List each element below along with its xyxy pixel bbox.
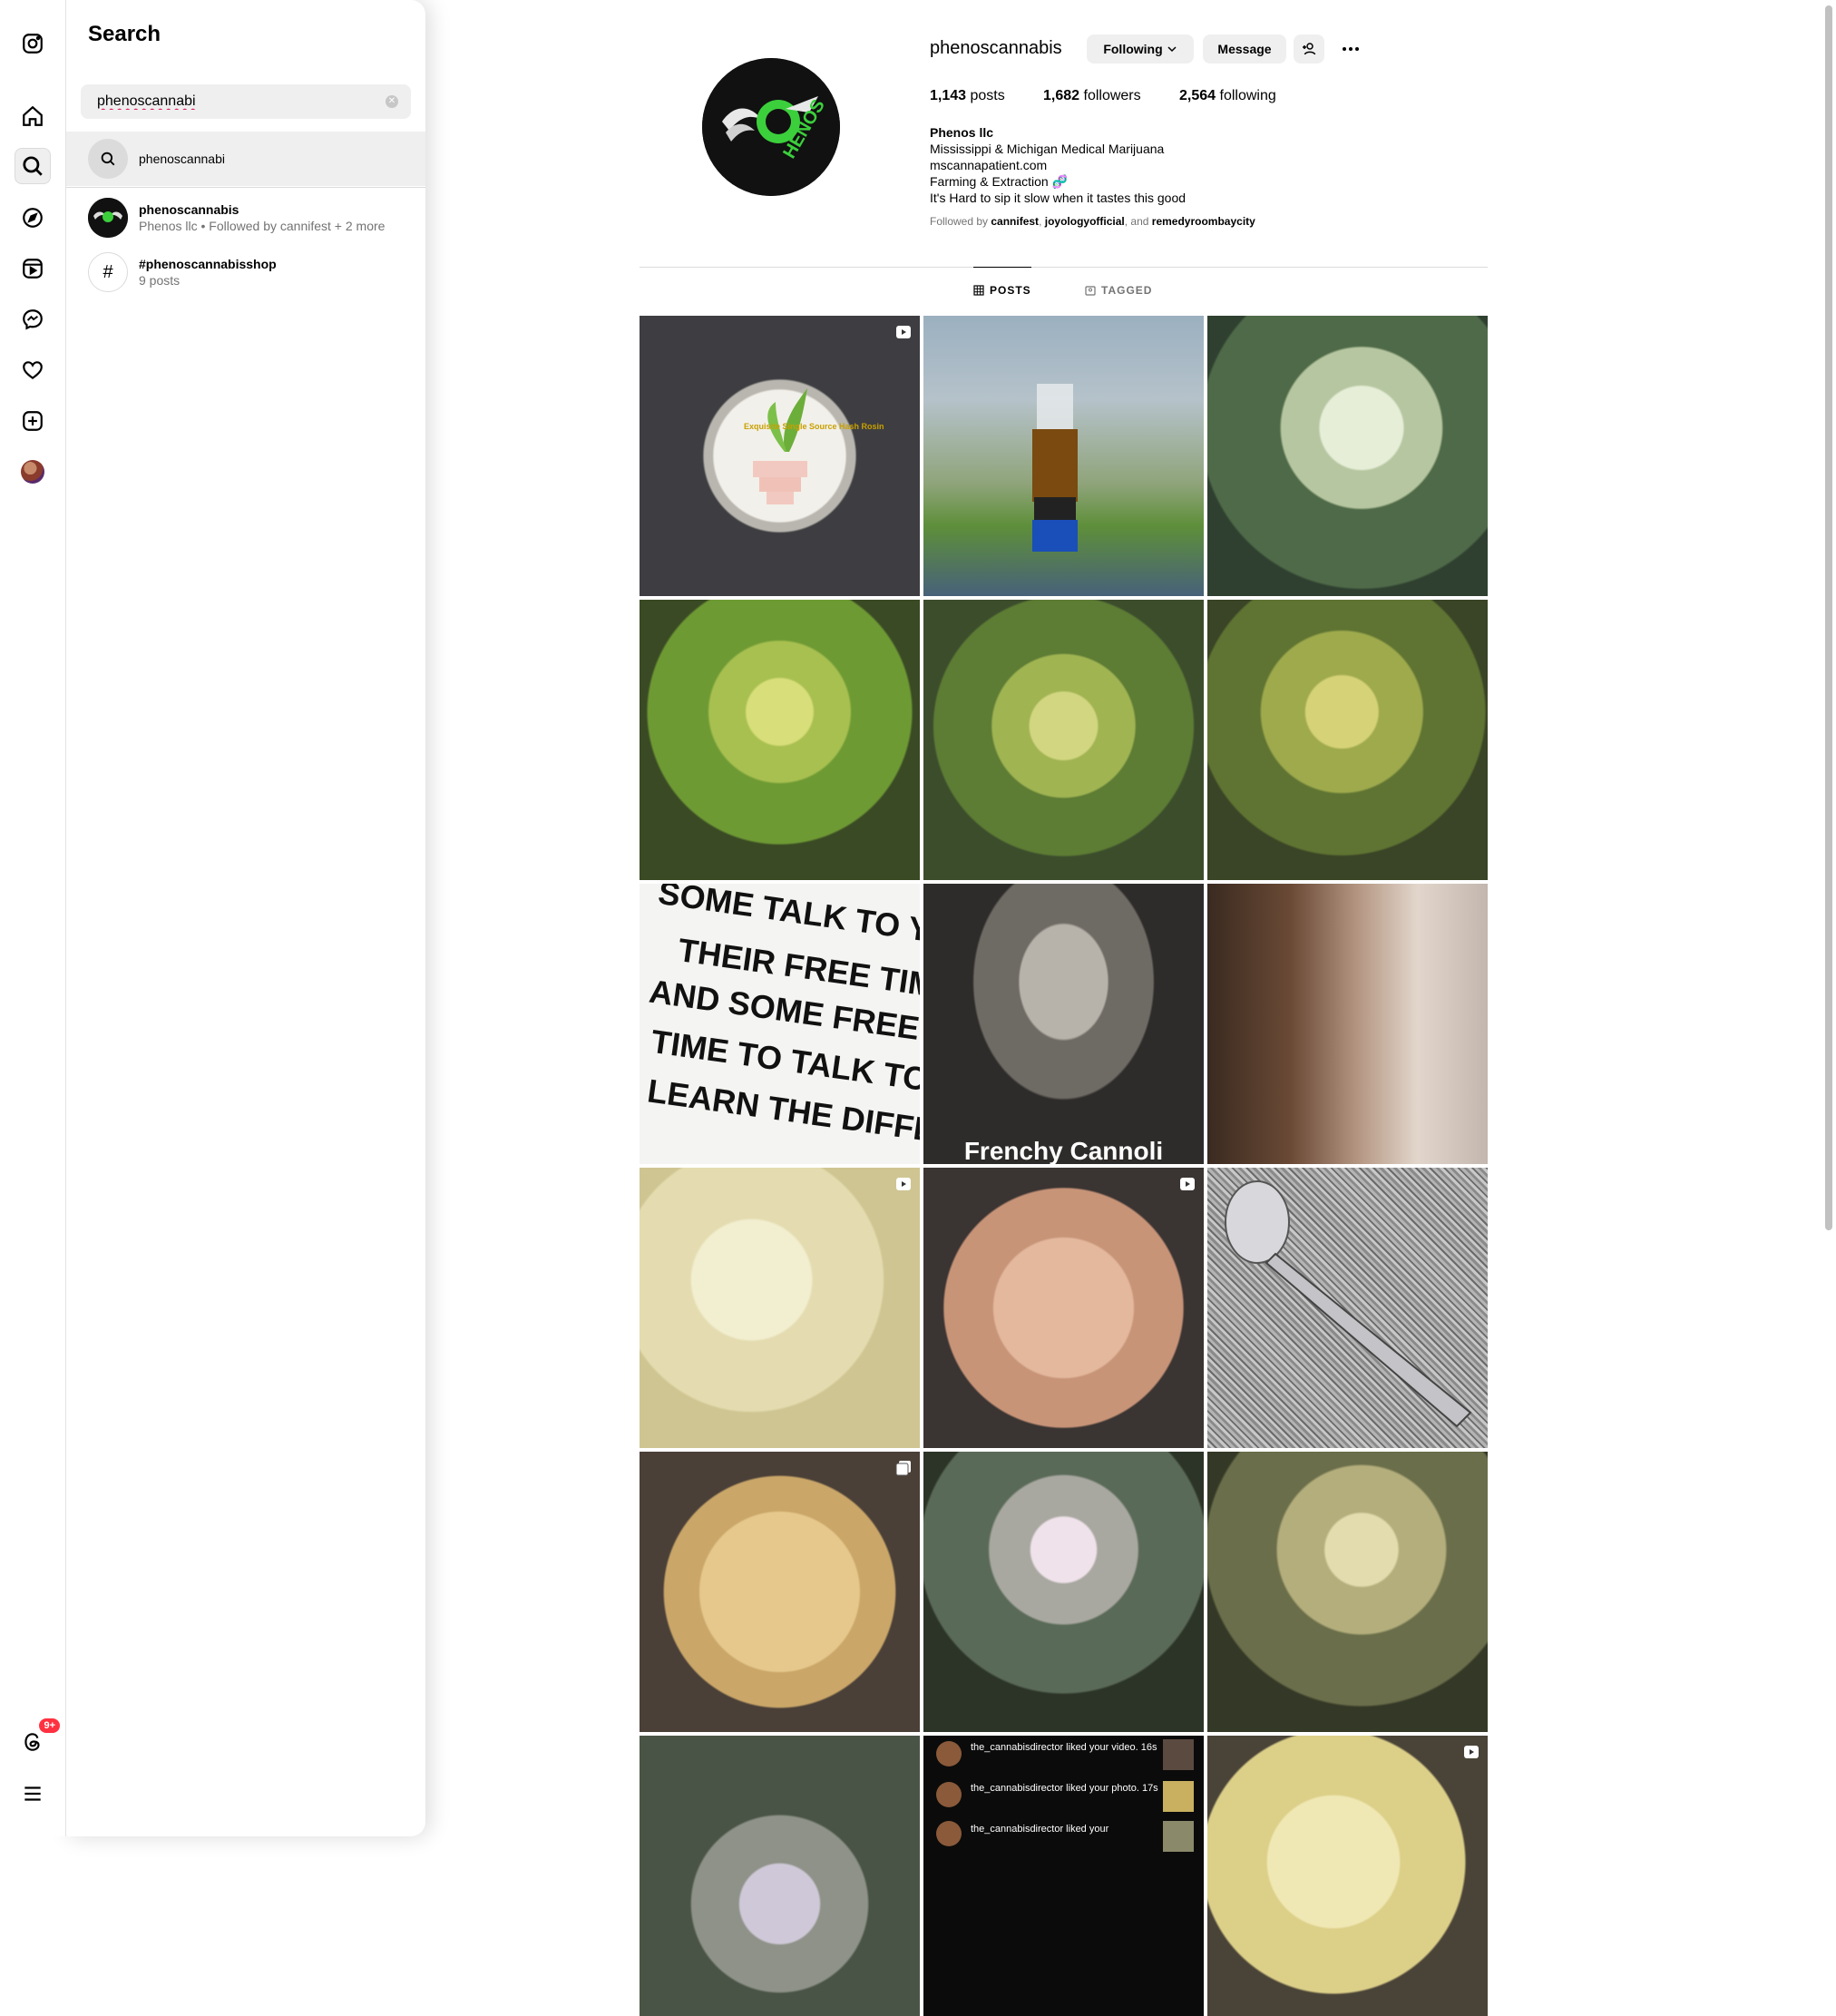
create-icon[interactable] [15, 403, 51, 439]
tagged-icon [1085, 286, 1096, 296]
post-tile[interactable] [1207, 1168, 1488, 1448]
active-tab-indicator [973, 267, 1031, 268]
post-tile[interactable] [640, 600, 920, 880]
hashtag-icon: # [88, 252, 128, 292]
explore-icon[interactable] [15, 200, 51, 236]
search-result-account[interactable]: phenoscannabis Phenos llc • Followed by … [66, 191, 425, 245]
bio-name: Phenos llc [930, 125, 994, 140]
result-subtitle: Phenos llc • Followed by cannifest + 2 m… [139, 219, 386, 233]
more-options-icon[interactable] [1333, 34, 1368, 64]
threads-icon[interactable]: 9+ [15, 1718, 60, 1760]
result-avatar [88, 198, 128, 238]
post-tile[interactable] [1207, 1452, 1488, 1732]
post-tile[interactable] [923, 600, 1204, 880]
reels-icon[interactable] [15, 250, 51, 287]
post-tile[interactable]: Frenchy Cannoli [923, 884, 1204, 1164]
notification-text: the_cannabisdirector liked your photo. 1… [971, 1783, 1158, 1794]
messenger-icon[interactable] [15, 301, 51, 338]
profile-bio: Phenos llc Mississippi & Michigan Medica… [930, 124, 1186, 206]
post-tile[interactable] [640, 1452, 920, 1732]
tab-posts[interactable]: POSTS [973, 284, 1031, 297]
post-tile[interactable] [923, 316, 1204, 596]
chevron-down-icon [1167, 46, 1177, 53]
bio-link[interactable]: mscannapatient.com [930, 157, 1186, 173]
grid-icon [973, 285, 984, 296]
post-tile[interactable]: SOME TALK TO YOU IN THEIR FREE TIME, AND… [640, 884, 920, 1164]
notification-text: the_cannabisdirector liked your video. 1… [971, 1742, 1157, 1753]
tile-caption: Frenchy Cannoli [963, 1137, 1164, 1164]
bio-line: It's Hard to sip it slow when it tastes … [930, 191, 1187, 205]
clear-search-button[interactable]: ✕ [386, 95, 398, 108]
post-tile[interactable]: Exquisite Single Source Hash Rosin [640, 316, 920, 596]
profile-divider [640, 267, 1488, 268]
search-panel: Search ✕ phenoscannabi phenoscannabis Ph… [66, 0, 425, 1836]
post-tile[interactable] [640, 1168, 920, 1448]
profile-avatar[interactable] [15, 454, 51, 490]
tile-text: Exquisite Single Source Hash Rosin [744, 422, 884, 431]
heart-icon[interactable] [15, 352, 51, 388]
notification-badge: 9+ [39, 1718, 60, 1733]
post-tile[interactable] [923, 1452, 1204, 1732]
bio-line: Mississippi & Michigan Medical Marijuana [930, 142, 1165, 156]
nav-rail: 9+ [0, 0, 66, 1836]
suggestion-text: phenoscannabi [139, 152, 225, 166]
search-icon[interactable] [15, 148, 51, 184]
followed-by[interactable]: Followed by cannifest, joyologyofficial,… [930, 215, 1255, 228]
post-tile[interactable] [640, 1736, 920, 2016]
followers-count[interactable]: 1,682 followers [1043, 88, 1141, 104]
video-icon [896, 1178, 911, 1190]
result-username: phenoscannabis [139, 202, 239, 217]
following-button[interactable]: Following [1087, 34, 1194, 64]
home-icon[interactable] [15, 98, 51, 134]
add-user-icon [1303, 43, 1316, 55]
posts-count: 1,143 posts [930, 88, 1005, 103]
video-icon [896, 326, 911, 338]
video-icon [1464, 1746, 1479, 1758]
search-input[interactable] [95, 93, 371, 111]
menu-icon[interactable] [15, 1776, 51, 1812]
video-icon [1180, 1178, 1195, 1190]
result-post-count: 9 posts [139, 273, 181, 288]
notification-text: the_cannabisdirector liked your [971, 1824, 1109, 1835]
profile-avatar-large[interactable]: HENOS [702, 58, 840, 196]
result-hashtag: #phenoscannabisshop [139, 257, 277, 271]
divider [66, 187, 425, 188]
page-scrollbar[interactable] [1825, 5, 1832, 1230]
tab-tagged[interactable]: TAGGED [1085, 284, 1152, 297]
post-tile[interactable] [1207, 316, 1488, 596]
post-tile[interactable]: the_cannabisdirector liked your video. 1… [923, 1736, 1204, 2016]
post-tile[interactable] [923, 1168, 1204, 1448]
post-tile[interactable] [1207, 1736, 1488, 2016]
search-icon [88, 139, 128, 179]
post-tile[interactable] [1207, 884, 1488, 1164]
my-avatar [21, 460, 44, 484]
following-count[interactable]: 2,564 following [1179, 88, 1276, 104]
bio-line: Farming & Extraction 🧬 [930, 174, 1069, 189]
profile-username: phenoscannabis [930, 38, 1062, 58]
add-user-button[interactable] [1294, 34, 1324, 64]
search-box: ✕ [81, 84, 411, 119]
instagram-icon[interactable] [15, 25, 51, 62]
following-label: Following [1103, 42, 1163, 56]
carousel-icon [895, 1461, 911, 1476]
post-tile[interactable] [1207, 600, 1488, 880]
search-title: Search [88, 22, 161, 46]
message-button[interactable]: Message [1203, 34, 1286, 64]
search-result-hashtag[interactable]: # #phenoscannabisshop 9 posts [66, 245, 425, 299]
search-suggestion-query[interactable]: phenoscannabi [66, 132, 425, 186]
close-icon: ✕ [387, 96, 396, 106]
